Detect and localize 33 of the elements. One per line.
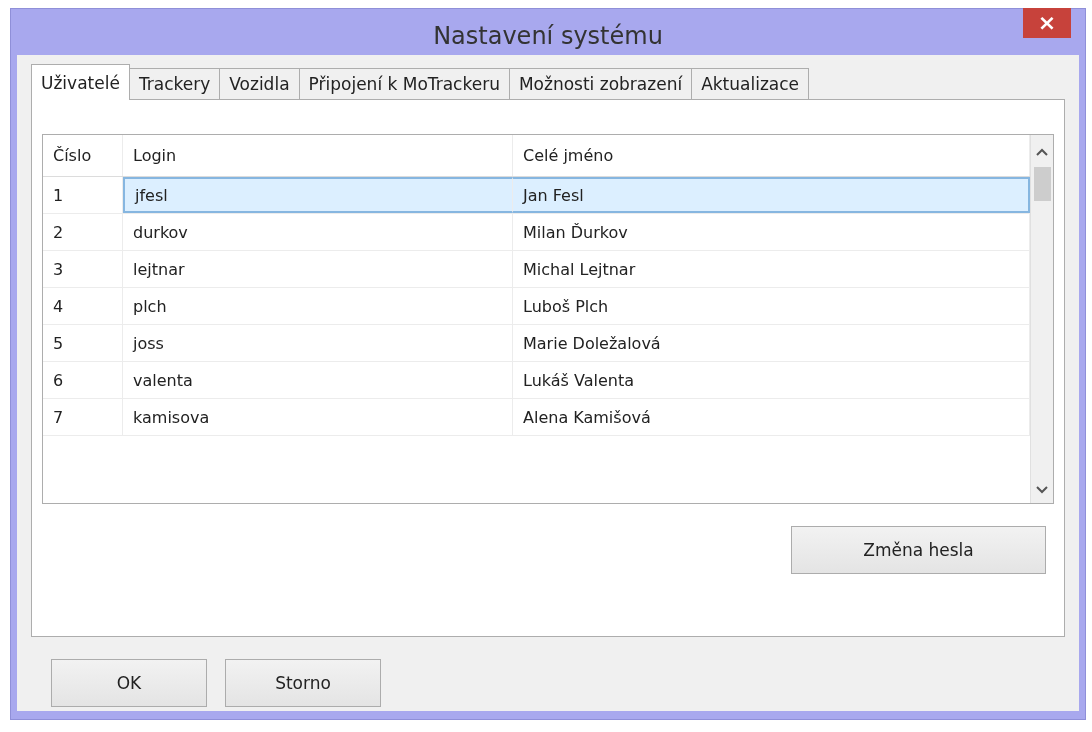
table-row[interactable]: 6 valenta Lukáš Valenta — [43, 362, 1030, 399]
table-cell: 6 — [43, 362, 123, 398]
cancel-button[interactable]: Storno — [225, 659, 381, 707]
table-cell: durkov — [123, 214, 513, 250]
table-row[interactable]: 5 joss Marie Doležalová — [43, 325, 1030, 362]
table-row[interactable]: 3 lejtnar Michal Lejtnar — [43, 251, 1030, 288]
close-button[interactable]: × — [1023, 8, 1071, 38]
table-cell: plch — [123, 288, 513, 324]
table-cell: 3 — [43, 251, 123, 287]
table-row[interactable]: 4 plch Luboš Plch — [43, 288, 1030, 325]
scroll-down-icon[interactable] — [1035, 485, 1049, 495]
table-cell: 4 — [43, 288, 123, 324]
scroll-up-icon[interactable] — [1035, 147, 1049, 157]
table-row[interactable]: 2 durkov Milan Ďurkov — [43, 214, 1030, 251]
column-header[interactable]: Číslo — [43, 135, 123, 176]
table-cell: Jan Fesl — [513, 177, 1030, 213]
table-cell: kamisova — [123, 399, 513, 435]
table-cell: lejtnar — [123, 251, 513, 287]
tab[interactable]: Aktualizace — [691, 68, 810, 99]
table-cell: valenta — [123, 362, 513, 398]
column-header[interactable]: Login — [123, 135, 513, 176]
change-password-button[interactable]: Změna hesla — [791, 526, 1046, 574]
table-cell: 2 — [43, 214, 123, 250]
table-cell: 7 — [43, 399, 123, 435]
table-row[interactable]: 7 kamisova Alena Kamišová — [43, 399, 1030, 436]
table-cell: 5 — [43, 325, 123, 361]
table-cell: joss — [123, 325, 513, 361]
ok-button[interactable]: OK — [51, 659, 207, 707]
tab[interactable]: Uživatelé — [31, 64, 130, 100]
scrollbar-thumb[interactable] — [1033, 167, 1051, 201]
scrollbar[interactable] — [1030, 135, 1053, 503]
table-cell: jfesl — [123, 177, 513, 213]
window-title: Nastavení systému — [433, 21, 663, 50]
